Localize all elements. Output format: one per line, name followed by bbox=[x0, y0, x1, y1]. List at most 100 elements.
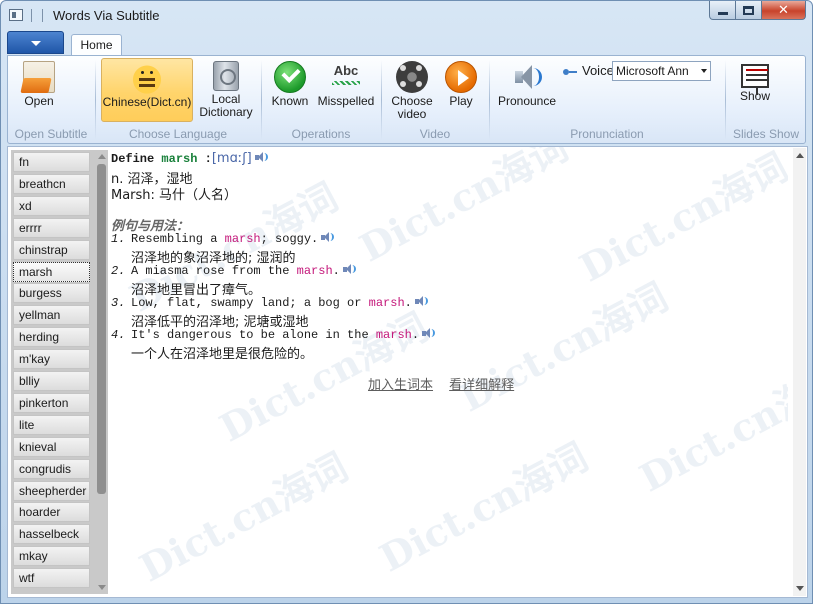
example-text-after: . bbox=[411, 328, 420, 342]
word-list-item[interactable]: marsh bbox=[13, 261, 90, 282]
minimize-button[interactable] bbox=[709, 1, 736, 20]
group-separator bbox=[489, 60, 490, 140]
show-label: Show bbox=[739, 89, 771, 103]
maximize-button[interactable] bbox=[736, 1, 762, 20]
chinese-dictcn-button[interactable]: Chinese(Dict.cn) bbox=[101, 58, 193, 122]
example-keyword: marsh bbox=[368, 296, 405, 310]
voice-icon bbox=[561, 66, 577, 78]
add-to-wordbook-link[interactable]: 加入生词本 bbox=[368, 378, 433, 393]
speaker-icon[interactable] bbox=[321, 232, 335, 243]
voice-label: Voice bbox=[582, 63, 614, 78]
close-icon: ✕ bbox=[778, 2, 789, 18]
watermark: Dict.cn海词 bbox=[352, 147, 575, 271]
speaker-icon bbox=[511, 61, 543, 93]
app-window: Words Via Subtitle ✕ Home Open Open Subt… bbox=[0, 0, 813, 604]
group-label-choose-language: Choose Language bbox=[128, 127, 228, 141]
word-list-item[interactable]: breathcn bbox=[13, 173, 90, 194]
quick-access-separator bbox=[42, 9, 43, 22]
word-list-item[interactable]: yellman bbox=[13, 305, 90, 326]
example-text-after: ; soggy. bbox=[260, 232, 319, 246]
local-dictionary-button[interactable]: Local Dictionary bbox=[197, 58, 255, 122]
speaker-icon[interactable] bbox=[414, 296, 429, 307]
choose-video-label-line2: video bbox=[397, 107, 427, 121]
example-text-after: . bbox=[332, 264, 340, 278]
word-list-item[interactable]: xd bbox=[13, 195, 90, 216]
chinese-dictcn-label: Chinese(Dict.cn) bbox=[102, 95, 192, 109]
group-separator bbox=[95, 60, 96, 140]
tab-home[interactable]: Home bbox=[71, 34, 122, 56]
word-list-item[interactable]: herding bbox=[13, 327, 90, 348]
watermark: Dict.cn海词 bbox=[452, 273, 675, 421]
word-list-item[interactable]: chinstrap bbox=[13, 239, 90, 260]
voice-dropdown[interactable]: Microsoft Ann bbox=[612, 61, 711, 81]
scroll-down-icon[interactable] bbox=[98, 585, 106, 590]
word-list-item[interactable]: lite bbox=[13, 414, 90, 435]
speaker-icon[interactable] bbox=[422, 328, 436, 339]
word-list-item[interactable]: m'kay bbox=[13, 349, 90, 370]
group-label-slides-show: Slides Show bbox=[732, 127, 800, 141]
misspelled-button[interactable]: Abc Misspelled bbox=[315, 58, 377, 122]
word-list-item[interactable]: blliy bbox=[13, 371, 90, 391]
scroll-down-icon[interactable] bbox=[796, 586, 804, 591]
group-operations: Known Abc Misspelled Operations bbox=[263, 56, 379, 143]
play-button[interactable]: Play bbox=[441, 58, 481, 122]
known-button[interactable]: Known bbox=[267, 58, 313, 122]
application-menu-button[interactable] bbox=[7, 31, 64, 54]
choose-video-button[interactable]: Choose video bbox=[387, 58, 437, 122]
example-text-before: A miasma rose from the bbox=[131, 264, 297, 278]
open-file-icon bbox=[23, 61, 55, 93]
group-label-pronunciation: Pronunciation bbox=[570, 127, 644, 141]
local-dictionary-label-line2: Dictionary bbox=[199, 105, 253, 119]
word-list-item[interactable]: sheepherder bbox=[13, 480, 90, 501]
open-button[interactable]: Open bbox=[14, 58, 64, 122]
definition-scrollbar[interactable] bbox=[793, 148, 806, 596]
group-label-operations: Operations bbox=[291, 127, 351, 141]
hard-disk-icon bbox=[213, 61, 239, 91]
quick-access-separator bbox=[31, 9, 32, 22]
word-list-item[interactable]: hasselbeck bbox=[13, 524, 90, 545]
define-prefix: Define bbox=[111, 152, 162, 166]
speaker-icon[interactable] bbox=[254, 152, 269, 163]
group-label-open-subtitle: Open Subtitle bbox=[14, 127, 88, 141]
word-list-item[interactable]: congrudis bbox=[13, 458, 90, 479]
group-separator bbox=[261, 60, 262, 140]
show-button[interactable]: Show bbox=[733, 58, 777, 122]
word-list-item[interactable]: pinkerton bbox=[13, 392, 90, 413]
scroll-thumb[interactable] bbox=[97, 164, 106, 494]
slideshow-board-icon bbox=[741, 64, 769, 95]
pronounce-button[interactable]: Pronounce bbox=[495, 58, 559, 122]
play-label: Play bbox=[449, 94, 473, 108]
word-list-item[interactable]: burgess bbox=[13, 283, 90, 304]
headword: marsh bbox=[161, 152, 198, 166]
example-keyword: marsh bbox=[296, 264, 333, 278]
definition-links: 加入生词本 看详细解释 bbox=[368, 374, 526, 393]
ribbon: Open Open Subtitle Chinese(Dict.cn) Loca… bbox=[7, 55, 806, 144]
group-label-video: Video bbox=[419, 127, 451, 141]
example-number: 3. bbox=[111, 296, 126, 310]
watermark: Dict.cn海词 bbox=[632, 353, 788, 501]
group-separator bbox=[381, 60, 382, 140]
word-list-item[interactable]: errrr bbox=[13, 217, 90, 238]
close-button[interactable]: ✕ bbox=[762, 1, 806, 20]
app-icon[interactable] bbox=[9, 9, 23, 21]
example-translation: 一个人在沼泽地里是很危险的。 bbox=[131, 347, 314, 362]
open-button-label: Open bbox=[24, 94, 54, 108]
ribbon-tab-strip: Home bbox=[7, 31, 806, 56]
example-english: 4. It's dangerous to be alone in the mars… bbox=[111, 328, 436, 342]
speaker-icon[interactable] bbox=[342, 264, 357, 275]
group-video: Choose video Play Video bbox=[383, 56, 487, 143]
scroll-up-icon[interactable] bbox=[98, 154, 106, 159]
scroll-up-icon[interactable] bbox=[796, 153, 804, 158]
define-colon: : bbox=[197, 152, 212, 166]
view-detail-link[interactable]: 看详细解释 bbox=[449, 378, 514, 393]
word-list-item[interactable]: hoarder bbox=[13, 502, 90, 523]
word-list-item[interactable]: fn bbox=[13, 152, 90, 172]
word-list-item[interactable]: mkay bbox=[13, 546, 90, 567]
definition-header: Define marsh :[mɑːʃ] bbox=[111, 151, 269, 166]
example-english: 3. Low, flat, swampy land; a bog or marsh… bbox=[111, 296, 429, 310]
word-list-item[interactable]: knieval bbox=[13, 436, 90, 457]
word-list-scrollbar[interactable] bbox=[95, 150, 108, 594]
word-list-item[interactable]: wtf bbox=[13, 568, 90, 589]
play-icon bbox=[445, 61, 477, 93]
example-number: 4. bbox=[111, 328, 126, 342]
